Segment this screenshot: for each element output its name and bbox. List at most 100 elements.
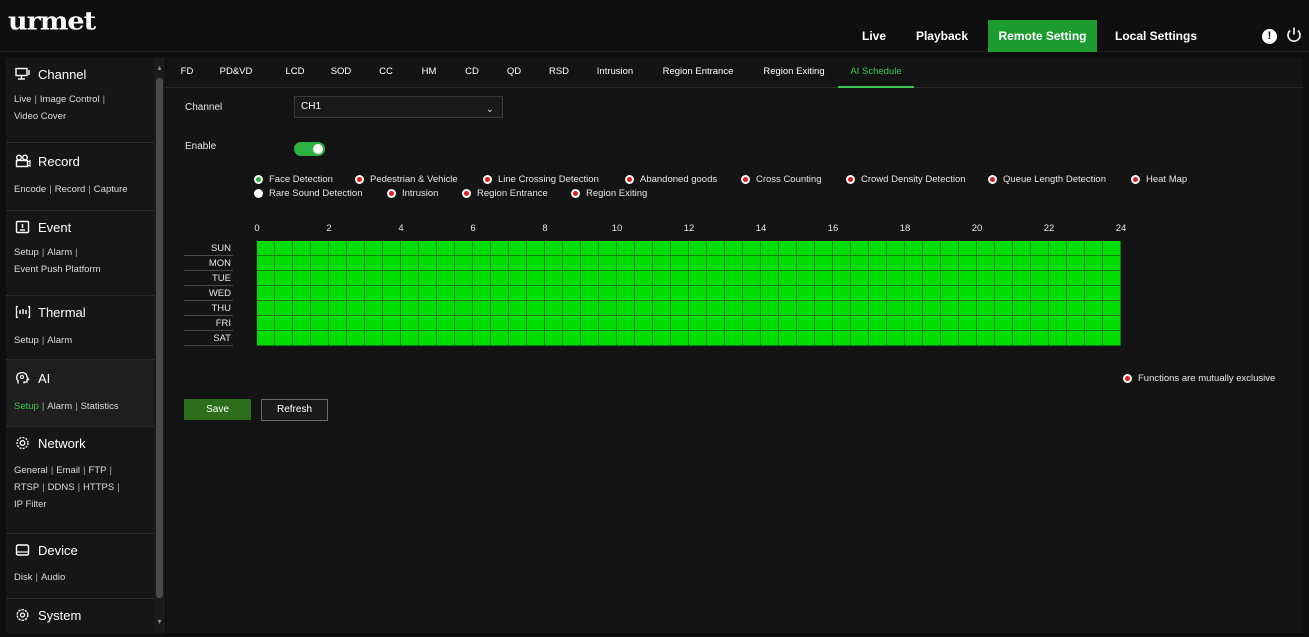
schedule-cell[interactable] [311,286,329,301]
schedule-cell[interactable] [671,301,689,316]
schedule-cell[interactable] [365,331,383,346]
schedule-cell[interactable] [1013,316,1031,331]
schedule-cell[interactable] [491,301,509,316]
schedule-cell[interactable] [545,301,563,316]
schedule-cell[interactable] [1085,241,1103,256]
schedule-cell[interactable] [707,286,725,301]
schedule-cell[interactable] [311,331,329,346]
schedule-cell[interactable] [527,316,545,331]
schedule-cell[interactable] [689,256,707,271]
nav-playback[interactable]: Playback [910,20,974,52]
schedule-cell[interactable] [1103,241,1121,256]
schedule-cell[interactable] [275,286,293,301]
schedule-cell[interactable] [491,241,509,256]
schedule-cell[interactable] [1067,256,1085,271]
schedule-cell[interactable] [815,301,833,316]
schedule-cell[interactable] [437,301,455,316]
schedule-cell[interactable] [383,271,401,286]
schedule-cell[interactable] [383,286,401,301]
schedule-cell[interactable] [455,256,473,271]
schedule-cell[interactable] [473,241,491,256]
tab-fd[interactable]: FD [176,58,198,88]
schedule-cell[interactable] [779,331,797,346]
schedule-cell[interactable] [833,271,851,286]
schedule-cell[interactable] [257,301,275,316]
schedule-cell[interactable] [401,286,419,301]
schedule-cell[interactable] [725,331,743,346]
schedule-cell[interactable] [851,331,869,346]
schedule-cell[interactable] [563,256,581,271]
alert-icon[interactable]: ! [1262,29,1277,44]
radio-region-entrance[interactable]: Region Entrance [462,188,548,199]
schedule-cell[interactable] [347,256,365,271]
schedule-cell[interactable] [797,271,815,286]
schedule-cell[interactable] [383,241,401,256]
schedule-cell[interactable] [653,301,671,316]
tab-cc[interactable]: CC [374,58,398,88]
schedule-cell[interactable] [941,241,959,256]
schedule-grid[interactable] [257,241,1121,346]
schedule-cell[interactable] [689,271,707,286]
schedule-cell[interactable] [725,301,743,316]
schedule-cell[interactable] [977,286,995,301]
schedule-cell[interactable] [1103,271,1121,286]
schedule-cell[interactable] [545,241,563,256]
schedule-cell[interactable] [923,271,941,286]
schedule-cell[interactable] [761,256,779,271]
schedule-cell[interactable] [1067,286,1085,301]
schedule-cell[interactable] [689,286,707,301]
schedule-cell[interactable] [437,316,455,331]
schedule-cell[interactable] [419,301,437,316]
schedule-cell[interactable] [959,331,977,346]
radio-cross-counting[interactable]: Cross Counting [741,174,821,185]
schedule-cell[interactable] [383,331,401,346]
schedule-cell[interactable] [743,331,761,346]
schedule-cell[interactable] [833,256,851,271]
schedule-cell[interactable] [887,331,905,346]
schedule-cell[interactable] [257,286,275,301]
schedule-cell[interactable] [257,331,275,346]
save-button[interactable]: Save [184,399,251,420]
schedule-cell[interactable] [905,271,923,286]
schedule-cell[interactable] [1013,271,1031,286]
schedule-cell[interactable] [329,301,347,316]
schedule-cell[interactable] [509,256,527,271]
schedule-cell[interactable] [635,241,653,256]
schedule-cell[interactable] [941,256,959,271]
schedule-cell[interactable] [1049,286,1067,301]
schedule-cell[interactable] [1067,316,1085,331]
schedule-cell[interactable] [797,286,815,301]
schedule-cell[interactable] [275,256,293,271]
schedule-cell[interactable] [617,301,635,316]
schedule-cell[interactable] [1031,331,1049,346]
schedule-cell[interactable] [923,331,941,346]
schedule-cell[interactable] [1067,301,1085,316]
schedule-cell[interactable] [257,256,275,271]
schedule-cell[interactable] [1031,241,1049,256]
sidebar-head-channel[interactable]: Channel [15,62,86,86]
schedule-cell[interactable] [437,256,455,271]
schedule-cell[interactable] [653,331,671,346]
schedule-cell[interactable] [635,316,653,331]
schedule-cell[interactable] [509,301,527,316]
schedule-cell[interactable] [635,331,653,346]
schedule-cell[interactable] [293,331,311,346]
schedule-cell[interactable] [743,316,761,331]
schedule-cell[interactable] [923,241,941,256]
radio-queue-length[interactable]: Queue Length Detection [988,174,1106,185]
schedule-cell[interactable] [689,301,707,316]
tab-hm[interactable]: HM [416,58,442,88]
schedule-cell[interactable] [1013,256,1031,271]
schedule-cell[interactable] [527,301,545,316]
schedule-cell[interactable] [653,256,671,271]
sidebar-head-device[interactable]: Device [15,538,78,562]
schedule-cell[interactable] [365,286,383,301]
schedule-cell[interactable] [563,271,581,286]
schedule-cell[interactable] [437,331,455,346]
schedule-cell[interactable] [545,271,563,286]
schedule-cell[interactable] [815,316,833,331]
schedule-cell[interactable] [563,316,581,331]
schedule-cell[interactable] [797,331,815,346]
schedule-cell[interactable] [941,271,959,286]
schedule-cell[interactable] [437,271,455,286]
